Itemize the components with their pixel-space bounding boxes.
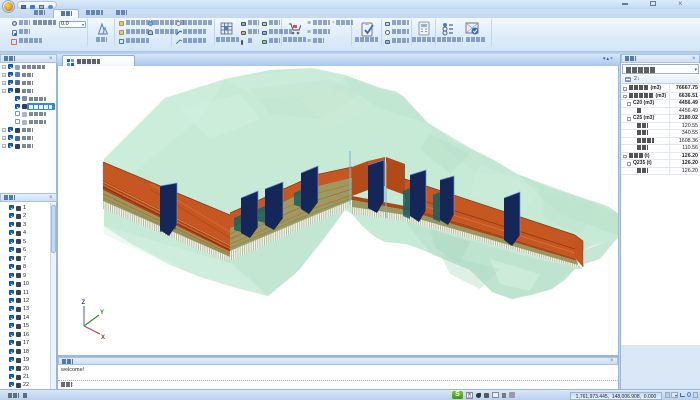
svg-text:X: X [101, 335, 105, 341]
svg-text:Z: Z [82, 300, 86, 306]
svg-text:Y: Y [100, 310, 104, 316]
